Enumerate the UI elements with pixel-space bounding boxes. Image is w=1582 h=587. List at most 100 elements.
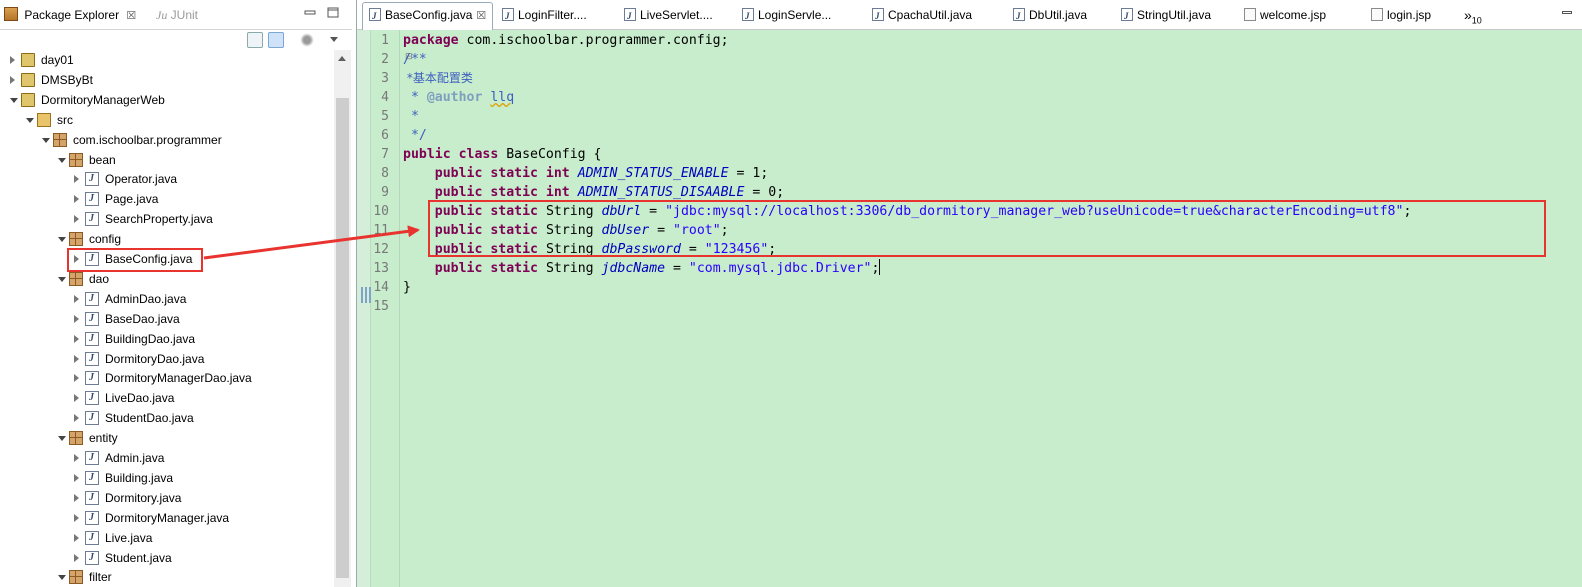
web-project-icon xyxy=(21,92,35,107)
close-icon[interactable]: ☒ xyxy=(476,10,486,22)
tree-item-label: DormitoryManagerWeb xyxy=(41,92,165,107)
jsp-file-icon xyxy=(1371,8,1383,21)
java-file-icon xyxy=(85,169,99,189)
line-number: 9 xyxy=(381,185,389,200)
collapsed-arrow-icon[interactable] xyxy=(74,414,79,423)
collapsed-arrow-icon[interactable] xyxy=(74,175,79,184)
filter-icon[interactable] xyxy=(299,32,315,48)
annotation-box-db-config xyxy=(428,200,1546,257)
link-with-editor-icon[interactable] xyxy=(268,32,284,48)
editor-tab-label: LoginFilter.... xyxy=(518,8,587,22)
tree-item-label: config xyxy=(89,232,122,247)
collapsed-arrow-icon[interactable] xyxy=(74,493,79,502)
close-icon[interactable]: ☒ xyxy=(126,10,136,22)
editor-tab[interactable]: LoginFilter.... xyxy=(502,3,587,29)
line-number: 15 xyxy=(373,299,389,314)
collapsed-arrow-icon[interactable] xyxy=(74,314,79,323)
collapsed-arrow-icon[interactable] xyxy=(74,195,79,204)
java-file-icon xyxy=(1121,4,1133,29)
overview-ruler xyxy=(357,30,371,587)
explorer-tab-bar: Package Explorer ☒ Ju JUnit xyxy=(0,0,352,30)
editor-tab[interactable]: welcome.jsp xyxy=(1244,3,1326,28)
annotation-box-baseconfig xyxy=(67,248,203,272)
line-number: 8 xyxy=(381,166,389,181)
scroll-up-icon[interactable] xyxy=(338,56,346,61)
code-text: = xyxy=(665,261,689,276)
tab-junit[interactable]: Ju JUnit xyxy=(156,4,198,26)
collapsed-arrow-icon[interactable] xyxy=(74,454,79,462)
collapsed-arrow-icon[interactable] xyxy=(10,75,15,84)
java-file-icon xyxy=(85,468,99,488)
java-file-icon xyxy=(85,289,99,309)
code-text: * xyxy=(403,90,427,105)
code-area[interactable]: package com.ischoolbar.programmer.config… xyxy=(403,30,1582,587)
collapsed-arrow-icon[interactable] xyxy=(74,294,79,303)
java-file-icon xyxy=(85,508,99,528)
code-editor: BaseConfig.java☒ LoginFilter.... LiveServl… xyxy=(356,0,1582,587)
collapsed-arrow-icon[interactable] xyxy=(74,394,79,403)
java-file-icon xyxy=(502,4,514,29)
code-line-13: public static String jdbcName = "com.mys… xyxy=(403,259,881,278)
collapsed-arrow-icon[interactable] xyxy=(74,533,79,542)
string-literal: "com.mysql.jdbc.Driver" xyxy=(688,261,872,276)
collapsed-arrow-icon[interactable] xyxy=(74,354,79,363)
package-icon xyxy=(69,271,83,286)
editor-tab[interactable]: LoginServle... xyxy=(742,3,832,29)
collapsed-arrow-icon[interactable] xyxy=(10,56,15,64)
tree-item-label: bean xyxy=(89,152,116,167)
tree-item-label: Admin.java xyxy=(105,451,165,465)
overflow-chevron-icon: » xyxy=(1464,7,1472,23)
expanded-arrow-icon[interactable] xyxy=(58,237,66,243)
collapsed-arrow-icon[interactable] xyxy=(74,374,79,383)
collapsed-arrow-icon[interactable] xyxy=(74,513,79,522)
editor-tab[interactable]: LiveServlet.... xyxy=(624,3,713,29)
editor-tab[interactable]: BaseConfig.java☒ xyxy=(362,2,494,30)
javadoc-tag: @author xyxy=(426,90,483,105)
keyword: public static xyxy=(434,261,538,276)
expanded-arrow-icon[interactable] xyxy=(10,97,18,103)
java-file-icon xyxy=(85,528,99,548)
collapsed-arrow-icon[interactable] xyxy=(74,553,79,562)
line-number: 1 xyxy=(381,33,389,48)
collapse-all-icon[interactable] xyxy=(247,32,263,48)
editor-tab[interactable]: login.jsp xyxy=(1371,3,1431,28)
expanded-arrow-icon[interactable] xyxy=(42,137,50,143)
expanded-arrow-icon[interactable] xyxy=(58,436,66,442)
editor-tab-label: DbUtil.java xyxy=(1029,8,1088,22)
minimize-icon[interactable] xyxy=(1562,11,1572,14)
collapsed-arrow-icon[interactable] xyxy=(74,473,79,482)
editor-tab[interactable]: StringUtil.java xyxy=(1121,3,1211,29)
scroll-thumb[interactable] xyxy=(336,98,349,578)
expanded-arrow-icon[interactable] xyxy=(26,117,34,123)
more-tabs-button[interactable]: »10 xyxy=(1464,3,1482,28)
package-icon xyxy=(69,232,83,247)
editor-tab-label: CpachaUtil.java xyxy=(888,8,973,22)
editor-tab[interactable]: CpachaUtil.java xyxy=(872,3,973,29)
junit-icon: Ju xyxy=(156,8,168,22)
tree-item-label: Student.java xyxy=(105,550,172,565)
tab-package-explorer[interactable]: Package Explorer ☒ xyxy=(4,4,136,26)
maximize-icon[interactable] xyxy=(327,7,339,18)
expanded-arrow-icon[interactable] xyxy=(58,276,66,282)
current-line-marker xyxy=(361,287,371,303)
package-explorer-panel: Package Explorer ☒ Ju JUnit day01 DMSByBt… xyxy=(0,0,352,587)
line-number: 12 xyxy=(373,242,389,257)
collapsed-arrow-icon[interactable] xyxy=(74,215,79,224)
tree-item-label: SearchProperty.java xyxy=(105,212,213,227)
editor-tab-label: LoginServle... xyxy=(758,8,832,22)
view-menu-icon[interactable] xyxy=(330,37,338,42)
code-line-6: */ xyxy=(403,128,427,143)
expanded-arrow-icon[interactable] xyxy=(58,157,66,163)
tree-scrollbar[interactable] xyxy=(334,50,351,587)
tree-item-label: Building.java xyxy=(105,470,174,485)
tree-item-label: Dormitory.java xyxy=(105,490,182,505)
tree-item-label: BaseDao.java xyxy=(105,311,180,326)
editor-tab-label: LiveServlet.... xyxy=(640,8,713,22)
java-file-icon xyxy=(85,209,99,229)
collapsed-arrow-icon[interactable] xyxy=(74,334,79,343)
tree-item-label: DormitoryDao.java xyxy=(105,351,205,366)
code-line-4: * @author llq xyxy=(403,88,514,107)
editor-tab[interactable]: DbUtil.java xyxy=(1013,3,1088,29)
minimize-icon[interactable] xyxy=(304,7,316,18)
expanded-arrow-icon[interactable] xyxy=(58,575,66,581)
